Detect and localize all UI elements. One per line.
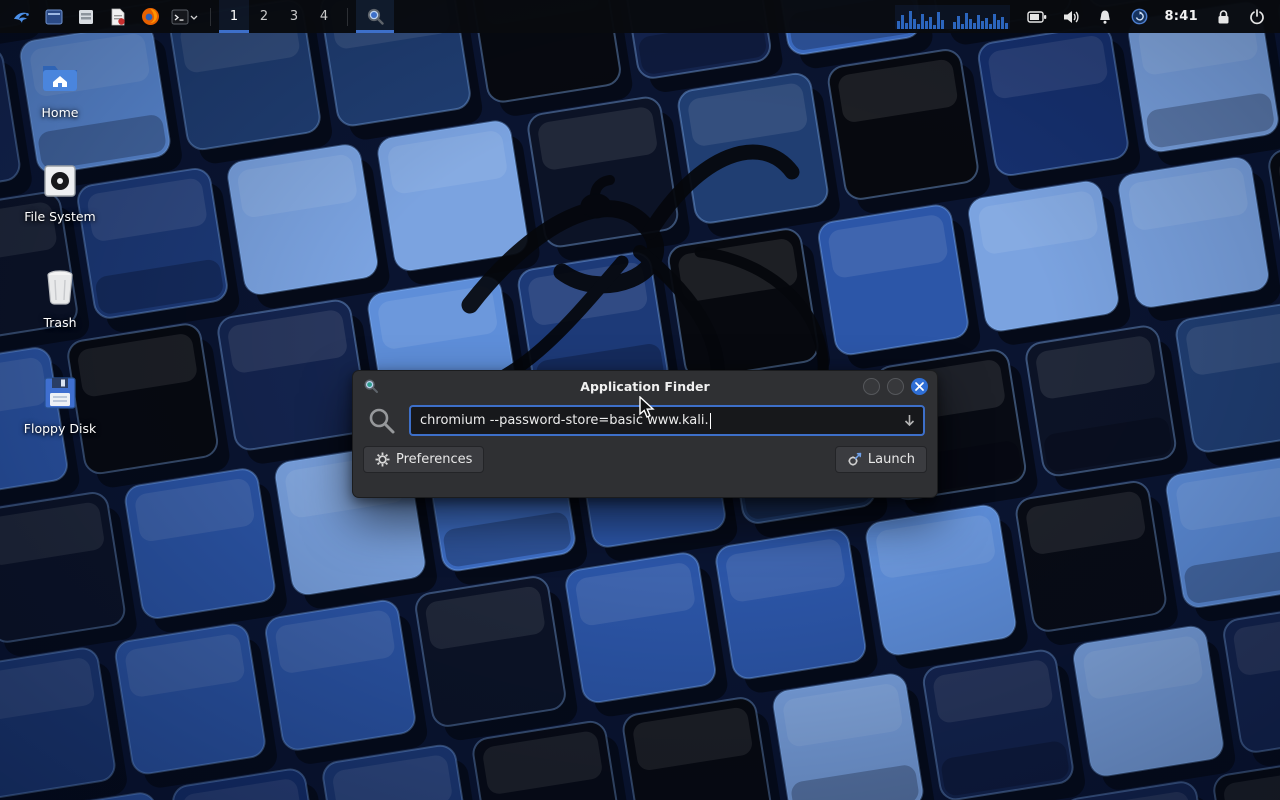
terminal-icon[interactable] — [169, 4, 199, 30]
firefox-icon[interactable] — [137, 4, 163, 30]
desktop-icon-file-system[interactable]: File System — [12, 160, 108, 224]
text-caret — [710, 413, 712, 429]
floppy-disk-icon — [39, 372, 81, 414]
desktop-icon-label: File System — [24, 209, 96, 224]
preferences-button-label: Preferences — [396, 452, 472, 467]
preferences-button[interactable]: Preferences — [363, 446, 484, 473]
kali-menu-icon[interactable] — [9, 4, 35, 30]
clock[interactable]: 8:41 — [1156, 9, 1206, 24]
application-finder-icon — [363, 378, 379, 394]
launch-icon — [847, 452, 862, 467]
search-icon — [367, 406, 397, 436]
workspace-3[interactable]: 3 — [279, 0, 309, 33]
titlebar[interactable]: Application Finder — [353, 371, 937, 401]
chevron-down-icon — [190, 13, 198, 21]
volume-icon[interactable] — [1056, 4, 1086, 30]
workspace-1[interactable]: 1 — [219, 0, 249, 33]
application-finder-icon — [366, 7, 385, 26]
gear-icon — [375, 452, 390, 467]
home-folder-icon — [39, 56, 81, 98]
desktop-icon-floppy-disk[interactable]: Floppy Disk — [12, 372, 108, 436]
minimize-button[interactable] — [863, 378, 880, 395]
window-title: Application Finder — [353, 379, 937, 394]
files-app-icon[interactable] — [41, 4, 67, 30]
close-icon — [915, 382, 924, 391]
workspace-4[interactable]: 4 — [309, 0, 339, 33]
application-finder-window: Application Finder chromium --password-s… — [352, 370, 938, 498]
notifications-bell-icon[interactable] — [1090, 4, 1120, 30]
launch-button[interactable]: Launch — [835, 446, 927, 473]
workspace-2[interactable]: 2 — [249, 0, 279, 33]
desktop-icon-home[interactable]: Home — [12, 56, 108, 120]
panel-separator — [347, 8, 348, 26]
lock-screen-icon[interactable] — [1208, 4, 1238, 30]
taskbar-application-finder-button[interactable] — [356, 0, 394, 33]
file-manager-icon[interactable] — [73, 4, 99, 30]
desktop-icon-label: Floppy Disk — [24, 421, 96, 436]
trash-can-icon — [39, 266, 81, 308]
desktop-icon-trash[interactable]: Trash — [12, 266, 108, 330]
file-system-drive-icon — [39, 160, 81, 202]
close-button[interactable] — [911, 378, 928, 395]
cpu-graph-icon[interactable] — [895, 5, 1010, 29]
search-query-text: chromium --password-store=basic www.kali… — [420, 413, 709, 428]
desktop-icon-label: Trash — [43, 315, 76, 330]
desktop-icon-label: Home — [42, 105, 79, 120]
battery-icon[interactable] — [1022, 4, 1052, 30]
launch-button-label: Launch — [868, 452, 915, 467]
logout-power-icon[interactable] — [1242, 4, 1272, 30]
updates-icon[interactable] — [1124, 4, 1154, 30]
panel-separator — [210, 8, 211, 26]
text-editor-icon[interactable] — [105, 4, 131, 30]
top-panel: 1 2 3 4 — [0, 0, 1280, 33]
search-input[interactable]: chromium --password-store=basic www.kali… — [409, 405, 925, 436]
history-dropdown-arrow-icon[interactable] — [902, 413, 917, 428]
maximize-button[interactable] — [887, 378, 904, 395]
